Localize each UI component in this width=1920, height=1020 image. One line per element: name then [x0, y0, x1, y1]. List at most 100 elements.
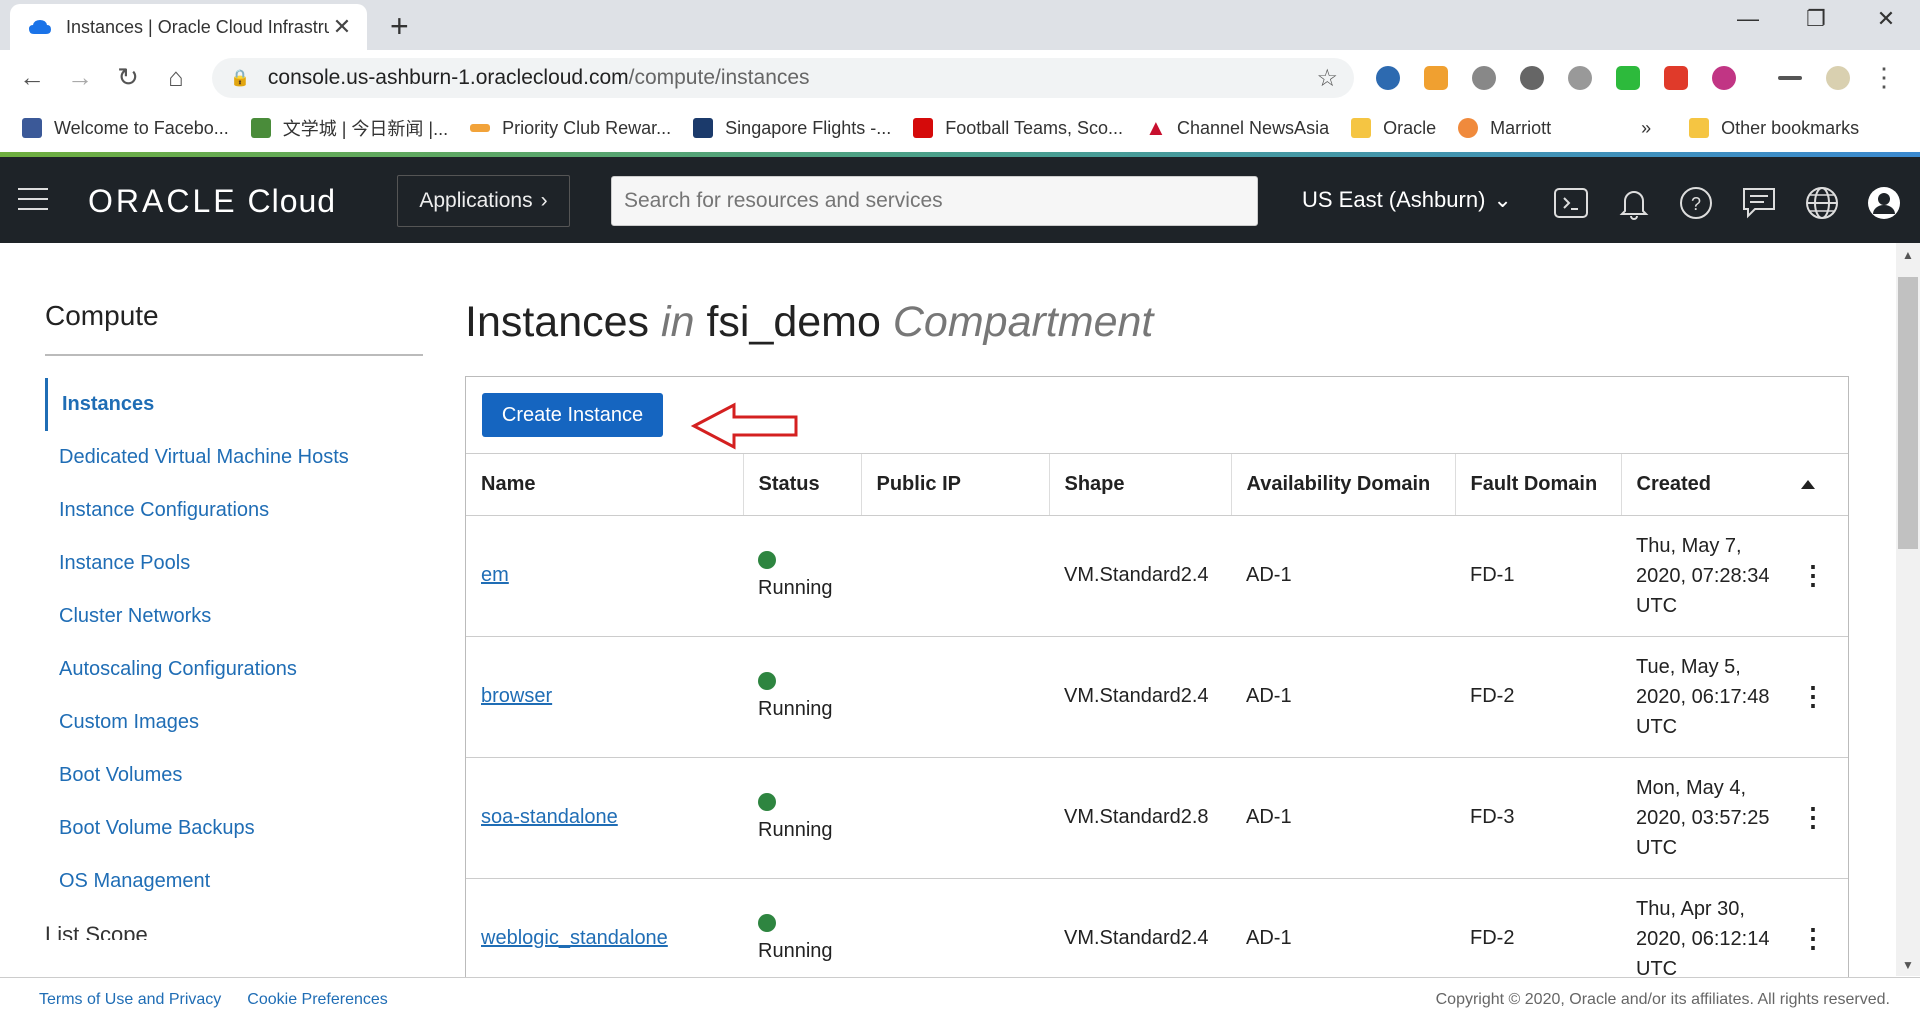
address-bar[interactable]: 🔒 console.us-ashburn-1.oraclecloud.com/c…	[212, 58, 1354, 98]
chat-icon[interactable]	[1741, 185, 1777, 221]
sidebar-item-boot-volumes[interactable]: Boot Volumes	[45, 749, 423, 802]
hamburger-menu-icon[interactable]	[18, 188, 48, 218]
shape-cell: VM.Standard2.4	[1049, 636, 1231, 758]
bookmark-star-icon[interactable]: ☆	[1316, 64, 1338, 93]
extension-icon[interactable]	[1424, 66, 1448, 90]
bookmark[interactable]: Priority Club Rewar...	[470, 118, 671, 139]
instagram-icon[interactable]	[1712, 66, 1736, 90]
new-tab-button[interactable]: +	[390, 8, 409, 45]
instance-link[interactable]: soa-standalone	[481, 806, 618, 828]
region-selector[interactable]: US East (Ashburn) ⌄	[1302, 187, 1512, 213]
instances-table: Name Status Public IP Shape Availability…	[466, 454, 1848, 1000]
scroll-up-icon[interactable]: ▲	[1898, 248, 1918, 262]
globe-icon[interactable]	[1804, 185, 1840, 221]
bookmarks-bar: Welcome to Facebo... 文学城 | 今日新闻 |... Pri…	[0, 106, 1920, 150]
instance-name-cell: soa-standalone	[466, 757, 743, 879]
column-header-availability-domain[interactable]: Availability Domain	[1231, 454, 1456, 516]
bookmark[interactable]: Oracle	[1351, 118, 1436, 139]
public-ip-cell	[861, 757, 1049, 879]
window-close-icon[interactable]: ✕	[1866, 6, 1906, 32]
facebook-icon	[22, 118, 42, 138]
column-header-fault-domain[interactable]: Fault Domain	[1455, 454, 1622, 516]
sidebar-item-instance-pools[interactable]: Instance Pools	[45, 537, 423, 590]
instance-link[interactable]: weblogic_standalone	[481, 927, 668, 949]
reload-icon[interactable]: ↻	[110, 62, 146, 93]
instance-name-cell: browser	[466, 636, 743, 758]
browser-toolbar: ← → ↻ ⌂ 🔒 console.us-ashburn-1.oracleclo…	[0, 50, 1920, 106]
sidebar-item-custom-images[interactable]: Custom Images	[45, 696, 423, 749]
column-header-name[interactable]: Name	[466, 454, 744, 516]
user-profile-icon[interactable]	[1866, 185, 1902, 221]
tab-close-icon[interactable]: ✕	[329, 14, 355, 40]
sidebar-item-dedicated-vm-hosts[interactable]: Dedicated Virtual Machine Hosts	[45, 431, 423, 484]
media-control-icon[interactable]	[1778, 76, 1802, 80]
bookmark[interactable]: 文学城 | 今日新闻 |...	[250, 115, 448, 141]
scroll-down-icon[interactable]: ▼	[1898, 958, 1918, 972]
create-instance-button[interactable]: Create Instance	[482, 393, 663, 437]
sidebar-item-autoscaling-configurations[interactable]: Autoscaling Configurations	[45, 643, 423, 696]
column-header-shape[interactable]: Shape	[1049, 454, 1232, 516]
terms-link[interactable]: Terms of Use and Privacy	[39, 991, 221, 1009]
tab-title: Instances | Oracle Cloud Infrastru	[66, 16, 329, 37]
table-row: browser Running VM.Standard2.4 AD-1 FD-2…	[466, 636, 1848, 758]
instance-link[interactable]: em	[481, 564, 509, 586]
sidebar-item-instances[interactable]: Instances	[45, 378, 423, 431]
extension-icon[interactable]	[1568, 66, 1592, 90]
help-icon[interactable]: ?	[1678, 185, 1714, 221]
running-status-icon	[758, 551, 776, 569]
bell-icon[interactable]	[1616, 185, 1652, 221]
actions-menu-icon[interactable]: ⋮	[1778, 757, 1848, 879]
instance-link[interactable]: browser	[481, 685, 552, 707]
extension-icon[interactable]	[1664, 66, 1688, 90]
extension-icon[interactable]	[1376, 66, 1400, 90]
line-icon[interactable]	[1616, 66, 1640, 90]
channel-newsasia-icon: ▲	[1145, 115, 1167, 140]
status-cell: Running	[743, 757, 861, 879]
bookmark[interactable]: Marriott	[1458, 118, 1551, 139]
bookmark[interactable]: Singapore Flights -...	[693, 118, 891, 139]
back-icon[interactable]: ←	[14, 62, 50, 93]
cloud-shell-icon[interactable]	[1553, 185, 1589, 221]
column-header-public-ip[interactable]: Public IP	[861, 454, 1050, 516]
status-cell: Running	[743, 636, 861, 758]
extension-icon[interactable]	[1472, 66, 1496, 90]
oracle-cloud-logo[interactable]: ORACLE Cloud	[88, 183, 336, 220]
left-navigation: Compute Instances Dedicated Virtual Mach…	[45, 300, 423, 940]
copyright-text: Copyright © 2020, Oracle and/or its affi…	[1435, 991, 1890, 1008]
skype-icon[interactable]	[1520, 66, 1544, 90]
actions-menu-icon[interactable]: ⋮	[1778, 636, 1848, 758]
bookmark[interactable]: Football Teams, Sco...	[913, 118, 1123, 139]
sidebar-item-instance-configurations[interactable]: Instance Configurations	[45, 484, 423, 537]
other-bookmarks[interactable]: Other bookmarks	[1689, 118, 1859, 139]
browser-menu-icon[interactable]: ⋮	[1866, 62, 1902, 93]
scrollbar-thumb[interactable]	[1898, 277, 1918, 549]
applications-button[interactable]: Applications ›	[397, 175, 570, 227]
more-bookmarks-button[interactable]: »	[1641, 118, 1651, 139]
search-input[interactable]	[611, 176, 1258, 226]
sidebar-item-boot-volume-backups[interactable]: Boot Volume Backups	[45, 802, 423, 855]
home-icon[interactable]: ⌂	[158, 62, 194, 93]
bookmark[interactable]: Welcome to Facebo...	[22, 118, 229, 139]
list-scope-heading: List Scope	[45, 922, 148, 940]
forward-icon[interactable]: →	[62, 62, 98, 93]
sidebar-item-cluster-networks[interactable]: Cluster Networks	[45, 590, 423, 643]
actions-menu-icon[interactable]: ⋮	[1778, 515, 1848, 637]
restore-icon[interactable]: ❐	[1796, 6, 1836, 32]
column-header-status[interactable]: Status	[743, 454, 862, 516]
ihg-icon	[470, 124, 491, 132]
sidebar-item-os-management[interactable]: OS Management	[45, 855, 423, 908]
shape-cell: VM.Standard2.4	[1049, 515, 1231, 637]
fault-domain-cell: FD-3	[1455, 757, 1621, 879]
cookie-preferences-link[interactable]: Cookie Preferences	[247, 991, 388, 1009]
svg-text:?: ?	[1691, 194, 1701, 214]
minimize-icon[interactable]: —	[1728, 6, 1768, 32]
sort-ascending-icon[interactable]	[1800, 479, 1815, 489]
shape-cell: VM.Standard2.8	[1049, 757, 1231, 879]
profile-avatar[interactable]	[1826, 66, 1850, 90]
running-status-icon	[758, 914, 776, 932]
browser-tab[interactable]: Instances | Oracle Cloud Infrastru ✕	[10, 4, 367, 50]
singapore-airlines-icon	[693, 118, 714, 138]
bookmark[interactable]: ▲ Channel NewsAsia	[1145, 115, 1329, 140]
column-header-created[interactable]: Created	[1621, 454, 1848, 516]
table-row: soa-standalone Running VM.Standard2.8 AD…	[466, 757, 1848, 879]
